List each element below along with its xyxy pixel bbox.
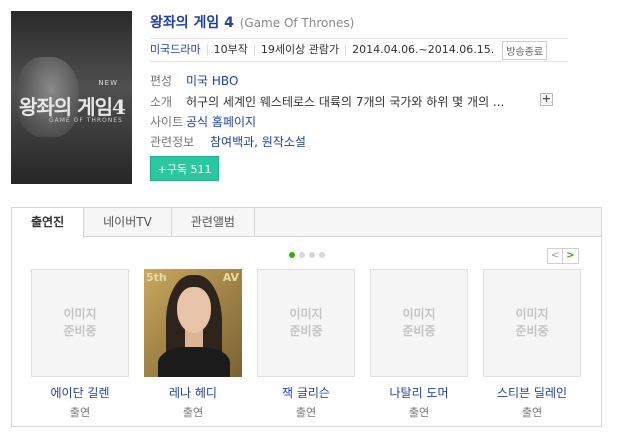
meta-row: 미국드라마 10부작 19세이상 관람가 2014.04.06.~2014.06… [150,38,568,62]
field-label: 사이트 [150,115,184,129]
cast-panel: 출연진 네이버TV 관련앨범 < > 이미지 준비중 에이단 길렌 출연 5th… [11,207,602,427]
actor-photo-image: 5th AV [144,269,242,377]
cast-photo-placeholder[interactable]: 이미지 준비중 [31,269,129,377]
cast-item[interactable]: 이미지 준비중 스티븐 딜레인 출연 [483,269,581,420]
carousel-prev-button[interactable]: < [547,248,563,264]
cast-item[interactable]: 5th AV 레나 헤디 출연 [144,269,242,420]
field-synopsis: 소개 허구의 세계인 웨스테로스 대륙의 7개의 국가와 하위 몇 개의 ... [150,93,504,110]
synopsis-text: 허구의 세계인 웨스테로스 대륙의 7개의 국가와 하위 몇 개의 ... [186,95,505,109]
tab-cast[interactable]: 출연진 [12,208,85,238]
tab-naver-tv[interactable]: 네이버TV [84,208,172,237]
no-image-text: 이미지 준비중 [402,307,436,338]
carousel-dot[interactable] [289,252,295,258]
no-image-text: 이미지 준비중 [515,307,549,338]
cast-photo-placeholder[interactable]: 이미지 준비중 [370,269,468,377]
related-info-links[interactable]: 참여백과, 원작소설 [210,133,306,150]
cast-item[interactable]: 이미지 준비중 에이단 길렌 출연 [31,269,129,420]
field-label: 소개 [150,95,173,109]
actor-face-shape [177,287,211,333]
tab-bar: 출연진 네이버TV 관련앨범 [12,208,601,238]
cast-name[interactable]: 잭 글리슨 [257,384,355,401]
carousel-dot[interactable] [309,252,315,258]
show-title[interactable]: 왕좌의 게임 4 [150,15,234,31]
cast-name[interactable]: 레나 헤디 [144,384,242,401]
cast-item[interactable]: 이미지 준비중 잭 글리슨 출연 [257,269,355,420]
cast-name[interactable]: 스티븐 딜레인 [483,384,581,401]
cast-item[interactable]: 이미지 준비중 나탈리 도머 출연 [370,269,468,420]
tab-related-albums[interactable]: 관련앨범 [172,208,255,237]
cast-photo-placeholder[interactable]: 이미지 준비중 [257,269,355,377]
field-label: 편성 [150,74,173,88]
photo-backdrop-text: 5th [146,271,167,284]
actor-dress-shape [158,347,230,377]
cast-role: 출연 [69,406,91,419]
field-label: 관련정보 [150,135,195,149]
carousel-dot[interactable] [299,252,305,258]
field-related: 관련정보 참여백과, 원작소설 [150,133,306,150]
no-image-text: 이미지 준비중 [289,307,323,338]
carousel-next-button[interactable]: > [563,248,579,264]
photo-backdrop-text: AV [222,271,239,284]
cast-role: 출연 [295,406,317,419]
episode-count: 10부작 [206,44,254,56]
subscribe-button[interactable]: +구독 511 [150,156,219,181]
cast-name[interactable]: 에이단 길렌 [31,384,129,401]
field-site: 사이트 공식 홈페이지 [150,113,256,130]
official-site-link[interactable]: 공식 홈페이지 [186,113,256,130]
poster-logo-title: 왕좌의 게임4 [19,95,126,119]
status-badge: 방송종료 [502,40,548,60]
show-poster[interactable]: NEW 왕좌의 게임4 GAME OF THRONES [11,11,132,184]
show-original-title: (Game Of Thrones) [239,16,355,30]
poster-logo-new: NEW [98,79,118,87]
poster-logo-subtitle: GAME OF THRONES [49,117,123,124]
cast-role: 출연 [408,406,430,419]
cast-name[interactable]: 나탈리 도머 [370,384,468,401]
genre-link[interactable]: 미국드라마 [150,44,207,56]
age-rating: 19세이상 관람가 [253,44,345,56]
cast-role: 출연 [521,406,543,419]
cast-role: 출연 [182,406,204,419]
cast-photo[interactable]: 5th AV [144,269,242,377]
field-broadcaster: 편성 미국 HBO [150,72,238,89]
carousel-nav: < > [547,248,579,264]
no-image-text: 이미지 준비중 [63,307,97,338]
title-row: 왕좌의 게임 4 (Game Of Thrones) [150,12,354,32]
broadcast-period: 2014.04.06.~2014.06.15. [345,44,500,56]
cast-photo-placeholder[interactable]: 이미지 준비중 [483,269,581,377]
expand-synopsis-button[interactable]: + [540,93,553,106]
broadcaster-link[interactable]: 미국 HBO [186,72,238,89]
carousel-page-dots [289,252,325,258]
carousel-dot[interactable] [319,252,325,258]
